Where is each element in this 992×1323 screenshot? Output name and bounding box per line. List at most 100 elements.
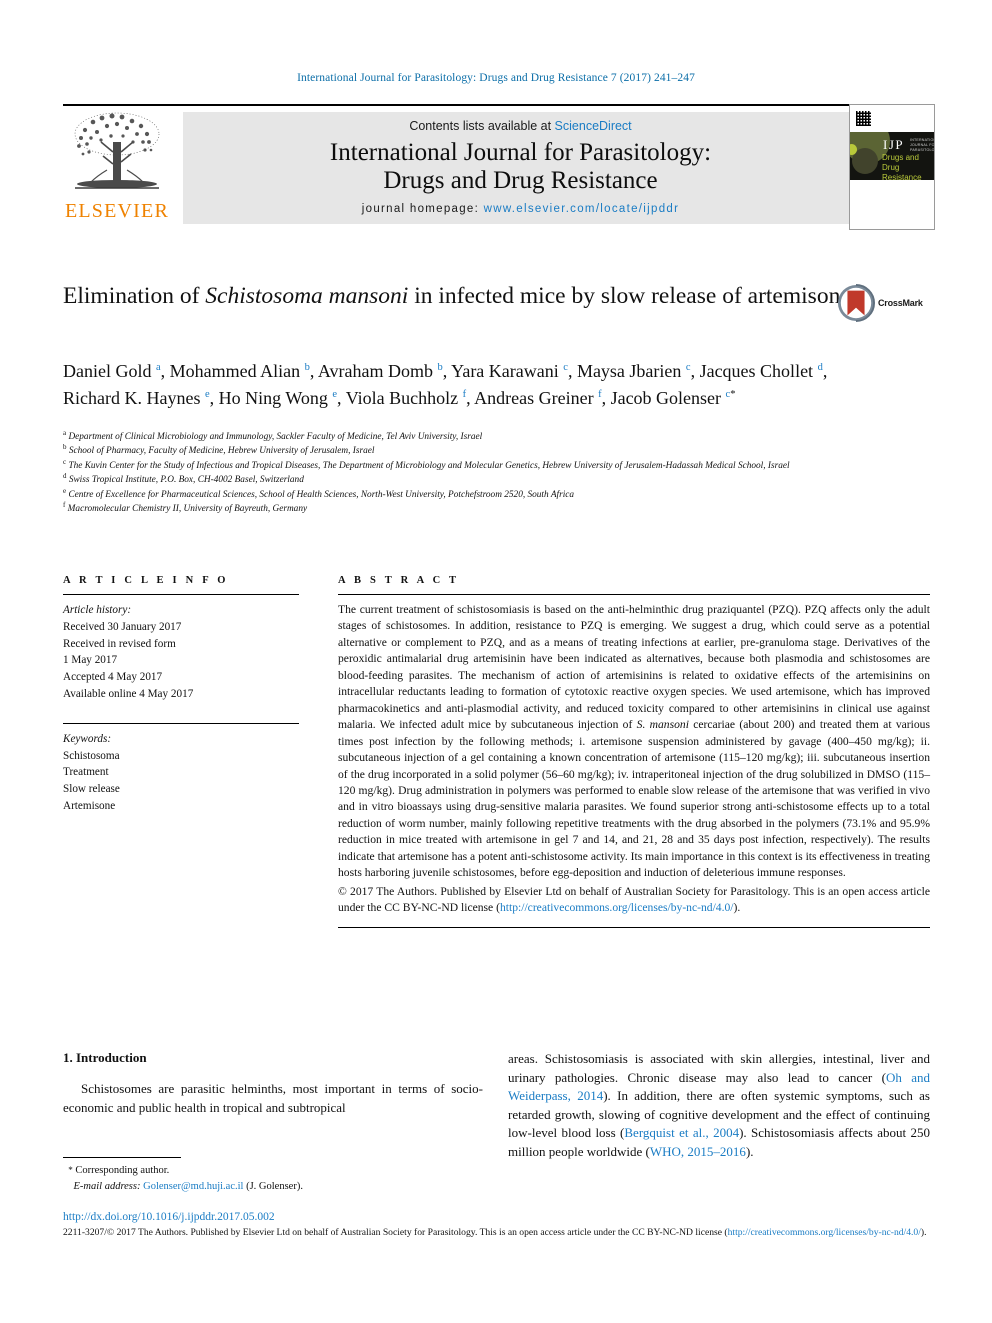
- abstract-bottom-rule: [338, 926, 930, 928]
- abstract-species-italic: S. mansoni: [636, 718, 689, 732]
- paper-page: International Journal for Parasitology: …: [0, 0, 992, 1323]
- article-info-rule: [63, 594, 299, 595]
- sciencedirect-link[interactable]: ScienceDirect: [555, 119, 632, 133]
- affiliation-text: The Kuvin Center for the Study of Infect…: [68, 460, 790, 471]
- intro-left-column: 1. Introduction Schistosomes are parasit…: [63, 1050, 483, 1117]
- author-affil-mark: e: [332, 389, 338, 400]
- footer-copyright-pre: 2211-3207/© 2017 The Authors. Published …: [63, 1227, 728, 1238]
- corresponding-star: *: [68, 1165, 73, 1175]
- citation-link-who[interactable]: WHO, 2015–2016: [650, 1144, 746, 1159]
- corresponding-author-note: * Corresponding author. E-mail address: …: [63, 1157, 483, 1195]
- keywords-group: Keywords: Schistosoma Treatment Slow rel…: [63, 731, 299, 815]
- cover-full-journal-name: INTERNATIONAL JOURNAL FOR PARASITOLOGY: [910, 138, 934, 153]
- history-line: Received 30 January 2017: [63, 620, 182, 633]
- affiliation-item: b School of Pharmacy, Faculty of Medicin…: [63, 444, 943, 458]
- footnote-rule: [63, 1157, 181, 1158]
- intro-right-a: areas. Schistosomiasis is associated wit…: [508, 1051, 930, 1085]
- article-info-heading: A R T I C L E I N F O: [63, 575, 229, 586]
- corresponding-email-owner: (J. Golenser).: [246, 1180, 303, 1192]
- email-address-label: E-mail address:: [73, 1180, 141, 1192]
- keywords-rule: [63, 722, 299, 724]
- abstract-rule: [338, 594, 930, 595]
- affiliation-text: Macromolecular Chemistry II, University …: [67, 504, 308, 515]
- footer-cc-license-link[interactable]: http://creativecommons.org/licenses/by-n…: [728, 1227, 921, 1238]
- page-footer: http://dx.doi.org/10.1016/j.ijpddr.2017.…: [63, 1211, 933, 1240]
- journal-cover-thumbnail[interactable]: IJP INTERNATIONAL JOURNAL FOR PARASITOLO…: [849, 104, 935, 230]
- affiliation-mark: f: [63, 500, 66, 509]
- elsevier-tree-icon: [74, 112, 160, 189]
- corresponding-email-line: E-mail address: Golenser@md.huji.ac.il (…: [63, 1179, 483, 1195]
- title-part-1: Elimination of: [63, 283, 206, 309]
- history-line: Received in revised form: [63, 637, 176, 650]
- crossmark-label: CrossMark: [878, 298, 923, 308]
- masthead-top-rule: [63, 104, 858, 106]
- cover-subtitle: Drugs and Drug Resistance: [882, 153, 934, 180]
- crossmark-badge[interactable]: CrossMark: [837, 284, 929, 324]
- article-title: Elimination of Schistosoma mansoni in in…: [63, 282, 853, 312]
- cover-subtitle-line-2: Drug Resistance: [882, 163, 922, 180]
- corresponding-author-marker: *: [730, 389, 736, 400]
- author-affil-mark: c: [685, 362, 691, 373]
- doi-link[interactable]: http://dx.doi.org/10.1016/j.ijpddr.2017.…: [63, 1211, 933, 1223]
- corresponding-author-line: * Corresponding author.: [63, 1163, 483, 1179]
- intro-paragraph-right: areas. Schistosomiasis is associated wit…: [508, 1050, 930, 1161]
- corresponding-email-link[interactable]: Golenser@md.huji.ac.il: [143, 1181, 243, 1192]
- keyword-item: Treatment: [63, 766, 109, 779]
- cover-acronym: IJP: [883, 137, 905, 152]
- author-affil-mark: a: [155, 362, 161, 373]
- keyword-item: Slow release: [63, 783, 120, 796]
- title-block: Elimination of Schistosoma mansoni in in…: [63, 282, 929, 322]
- abstract-body: The current treatment of schistosomiasis…: [338, 602, 930, 882]
- journal-title: International Journal for Parasitology: …: [183, 139, 858, 195]
- affiliation-item: c The Kuvin Center for the Study of Infe…: [63, 457, 943, 473]
- article-history-group: Article history: Received 30 January 201…: [63, 602, 299, 703]
- cover-subtitle-line-1: Drugs and: [882, 153, 919, 162]
- affiliation-item: f Macromolecular Chemistry II, Universit…: [63, 500, 943, 516]
- abstract-copyright-post: ).: [733, 901, 741, 915]
- affiliation-list: a Department of Clinical Microbiology an…: [63, 428, 943, 516]
- title-species-italic: Schistosoma mansoni: [205, 283, 409, 309]
- history-line: 1 May 2017: [63, 654, 118, 667]
- affiliation-item: a Department of Clinical Microbiology an…: [63, 428, 943, 444]
- footer-copyright: 2211-3207/© 2017 The Authors. Published …: [63, 1226, 933, 1240]
- affiliation-mark: c: [63, 457, 67, 466]
- author-affil-mark: b: [304, 362, 310, 373]
- corresponding-label: Corresponding author.: [75, 1165, 170, 1176]
- cover-name-line-2: JOURNAL FOR: [910, 142, 934, 147]
- affiliation-mark: d: [63, 472, 67, 481]
- affiliation-mark: b: [63, 443, 67, 452]
- section-heading-introduction: 1. Introduction: [63, 1050, 147, 1065]
- qr-code-icon: [856, 111, 871, 126]
- affiliation-mark: e: [63, 486, 67, 495]
- abstract-column: A B S T R A C T The current treatment of…: [338, 575, 930, 928]
- author-affil-mark: b: [437, 362, 443, 373]
- journal-title-line-1: International Journal for Parasitology:: [329, 139, 712, 166]
- homepage-url-link[interactable]: www.elsevier.com/locate/ijpddr: [484, 203, 680, 215]
- author-list: Daniel Gold a, Mohammed Alian b, Avraham…: [63, 358, 863, 412]
- journal-homepage-line: journal homepage: www.elsevier.com/locat…: [183, 203, 858, 215]
- affiliation-item: d Swiss Tropical Institute, P.O. Box, CH…: [63, 473, 943, 487]
- intro-right-d: ).: [745, 1143, 754, 1159]
- author-affil-mark: e: [204, 389, 210, 400]
- author-affil-mark: c: [563, 362, 568, 373]
- author-affil-mark: f: [462, 389, 467, 400]
- cover-art-band: IJP INTERNATIONAL JOURNAL FOR PARASITOLO…: [850, 132, 934, 180]
- journal-title-line-2: Drugs and Drug Resistance: [383, 167, 658, 194]
- abstract-copyright: © 2017 The Authors. Published by Elsevie…: [338, 884, 930, 917]
- contents-prefix: Contents lists available at: [409, 119, 555, 133]
- history-line: Available online 4 May 2017: [63, 687, 194, 700]
- history-line: Accepted 4 May 2017: [63, 671, 163, 684]
- affiliation-mark: a: [63, 428, 67, 437]
- elsevier-logo: ELSEVIER: [63, 108, 171, 228]
- running-head: International Journal for Parasitology: …: [297, 72, 695, 84]
- affiliation-text: School of Pharmacy, Faculty of Medicine,…: [68, 446, 375, 457]
- keyword-item: Artemisone: [63, 799, 116, 812]
- affiliation-text: Swiss Tropical Institute, P.O. Box, CH-4…: [68, 475, 304, 486]
- author-affil-mark: d: [817, 362, 823, 373]
- cc-license-link[interactable]: http://creativecommons.org/licenses/by-n…: [500, 901, 734, 914]
- crossmark-icon: [837, 284, 875, 322]
- citation-link-bergquist[interactable]: Bergquist et al., 2004: [624, 1125, 739, 1140]
- footer-copyright-post: ).: [920, 1227, 927, 1238]
- journal-masthead: ELSEVIER Contents lists available at Sci…: [63, 104, 935, 230]
